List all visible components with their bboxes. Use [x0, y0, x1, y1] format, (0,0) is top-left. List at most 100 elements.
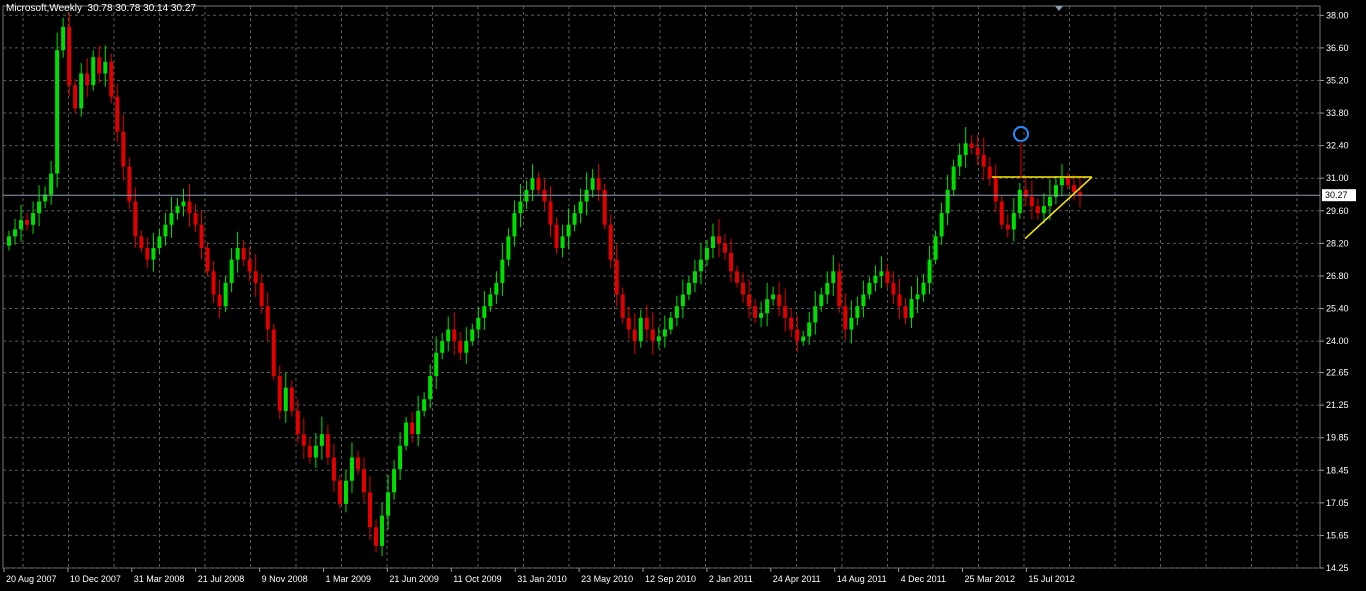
candle-body[interactable]: [554, 224, 559, 249]
candle-body[interactable]: [109, 61, 114, 97]
candle-body[interactable]: [19, 220, 24, 230]
candle-body[interactable]: [686, 282, 691, 295]
candle-body[interactable]: [434, 352, 439, 377]
candle-body[interactable]: [181, 201, 186, 207]
candle-body[interactable]: [795, 329, 800, 342]
candle-body[interactable]: [698, 259, 703, 272]
candle-body[interactable]: [121, 131, 126, 167]
candle-body[interactable]: [963, 143, 968, 155]
candle-body[interactable]: [482, 306, 487, 318]
candle-body[interactable]: [452, 329, 457, 342]
candle-body[interactable]: [590, 178, 595, 190]
candle-body[interactable]: [25, 220, 30, 225]
candle-body[interactable]: [295, 410, 300, 435]
candle-body[interactable]: [307, 445, 312, 458]
candle-body[interactable]: [747, 294, 752, 307]
candle-body[interactable]: [843, 306, 848, 330]
candle-body[interactable]: [692, 271, 697, 283]
candle-body[interactable]: [223, 282, 228, 307]
triangle-lower-line[interactable]: [1024, 176, 1093, 240]
candle-body[interactable]: [13, 229, 18, 237]
candle-body[interactable]: [909, 299, 914, 318]
candle-body[interactable]: [145, 248, 150, 260]
candle-body[interactable]: [1071, 185, 1076, 193]
candle-body[interactable]: [410, 422, 415, 435]
candle-body[interactable]: [903, 306, 908, 318]
candle-body[interactable]: [313, 445, 318, 458]
candle-body[interactable]: [915, 294, 920, 300]
candle-body[interactable]: [801, 336, 806, 342]
candle-body[interactable]: [175, 206, 180, 214]
candle-body[interactable]: [861, 294, 866, 307]
candle-body[interactable]: [668, 317, 673, 330]
candle-body[interactable]: [813, 306, 818, 323]
candle-body[interactable]: [771, 294, 776, 300]
candle-body[interactable]: [337, 480, 342, 505]
candle-body[interactable]: [735, 271, 740, 283]
candle-body[interactable]: [422, 399, 427, 411]
candle-body[interactable]: [981, 154, 986, 167]
candle-body[interactable]: [205, 248, 210, 272]
candle-body[interactable]: [488, 294, 493, 307]
candle-body[interactable]: [825, 282, 830, 295]
candle-body[interactable]: [241, 248, 246, 260]
candle-body[interactable]: [939, 213, 944, 237]
candle-body[interactable]: [133, 201, 138, 237]
candle-body[interactable]: [386, 492, 391, 516]
candle-body[interactable]: [873, 275, 878, 283]
candle-body[interactable]: [999, 201, 1004, 225]
candle-body[interactable]: [380, 515, 385, 546]
candle-body[interactable]: [855, 306, 860, 318]
candle-body[interactable]: [211, 271, 216, 295]
candle-body[interactable]: [470, 329, 475, 342]
candle-body[interactable]: [325, 434, 330, 458]
candle-body[interactable]: [199, 224, 204, 249]
candle-body[interactable]: [103, 61, 108, 74]
candle-body[interactable]: [530, 178, 535, 190]
candle-body[interactable]: [759, 313, 764, 318]
candle-body[interactable]: [361, 469, 367, 493]
candle-body[interactable]: [837, 271, 842, 307]
candle-body[interactable]: [548, 201, 553, 225]
candle-body[interactable]: [1047, 196, 1052, 207]
candle-body[interactable]: [566, 224, 571, 237]
candle-body[interactable]: [506, 236, 511, 260]
candle-body[interactable]: [229, 259, 234, 283]
candle-body[interactable]: [560, 236, 565, 249]
candle-body[interactable]: [987, 166, 992, 179]
candle-body[interactable]: [512, 213, 517, 237]
candle-body[interactable]: [753, 306, 758, 318]
candle-body[interactable]: [867, 282, 872, 295]
candle-body[interactable]: [476, 317, 481, 330]
candle-body[interactable]: [271, 329, 276, 377]
candle-body[interactable]: [662, 329, 667, 337]
candle-body[interactable]: [265, 306, 270, 330]
candle-body[interactable]: [945, 189, 950, 214]
candle-body[interactable]: [644, 317, 649, 330]
candle-body[interactable]: [741, 282, 746, 295]
candle-body[interactable]: [247, 259, 252, 272]
candle-body[interactable]: [819, 294, 824, 307]
candle-body[interactable]: [500, 259, 505, 283]
candle-body[interactable]: [704, 248, 709, 260]
candle-body[interactable]: [518, 201, 523, 214]
candle-body[interactable]: [1035, 206, 1040, 214]
candle-body[interactable]: [6, 236, 12, 246]
candle-body[interactable]: [993, 178, 998, 202]
candle-body[interactable]: [783, 306, 788, 318]
candle-body[interactable]: [536, 178, 541, 190]
candle-body[interactable]: [331, 457, 336, 481]
candle-body[interactable]: [1029, 196, 1034, 207]
candle-body[interactable]: [777, 294, 782, 307]
candle-body[interactable]: [674, 306, 679, 318]
candle-body[interactable]: [440, 341, 445, 353]
candle-body[interactable]: [193, 213, 198, 225]
candle-body[interactable]: [79, 73, 84, 109]
candle-body[interactable]: [139, 236, 144, 249]
candle-body[interactable]: [446, 329, 451, 342]
candle-body[interactable]: [169, 213, 174, 225]
candle-body[interactable]: [343, 480, 348, 505]
candle-body[interactable]: [1005, 224, 1010, 230]
candle-body[interactable]: [626, 317, 631, 330]
candle-body[interactable]: [392, 469, 397, 493]
